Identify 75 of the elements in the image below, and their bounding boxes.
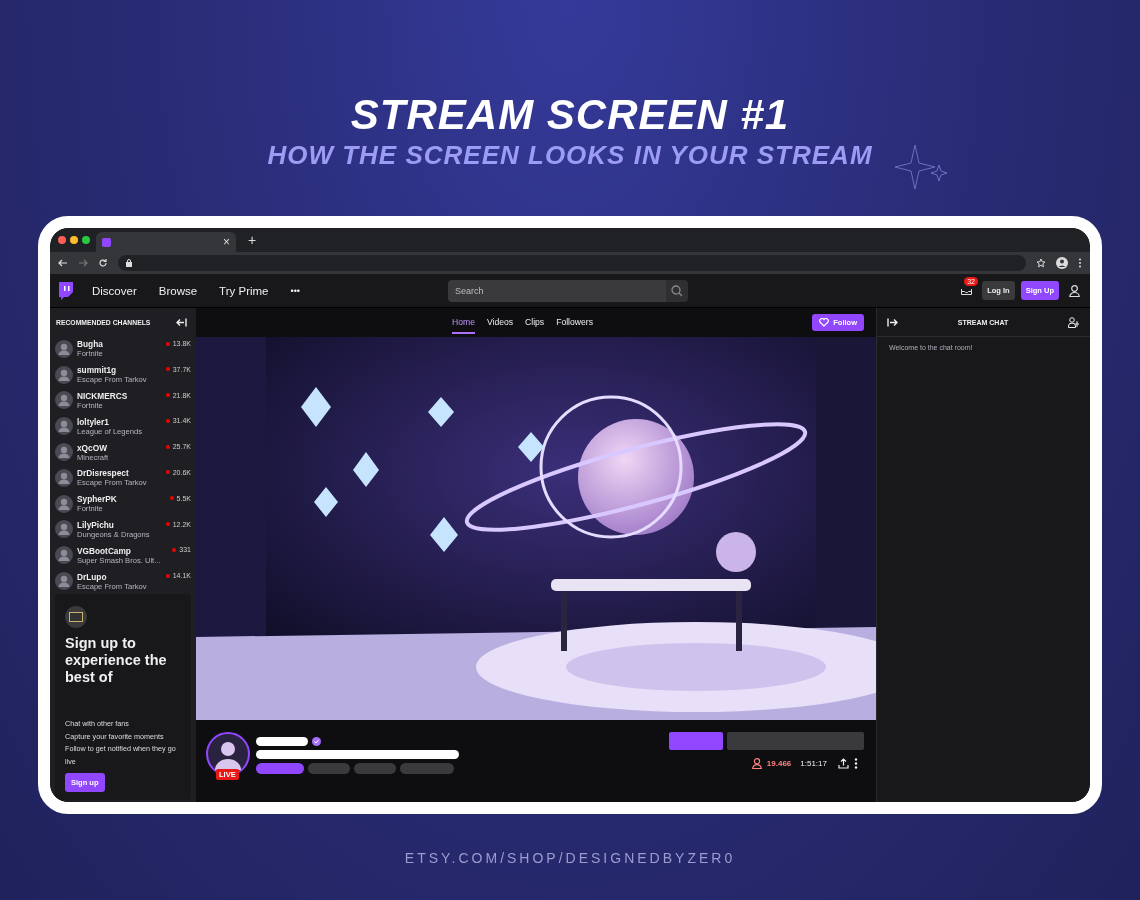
channel-name: summit1g xyxy=(77,365,118,376)
nav-link[interactable]: Discover xyxy=(92,284,137,297)
placeholder-tag xyxy=(256,763,304,774)
channel-name: xQcOW xyxy=(77,442,108,453)
more-button[interactable]: ••• xyxy=(290,285,300,296)
window-controls-icon[interactable] xyxy=(58,236,90,244)
avatar-icon xyxy=(55,572,73,591)
verified-icon xyxy=(312,737,321,746)
address-field[interactable] xyxy=(118,255,1026,271)
channel-name: DrDisrespect xyxy=(77,468,130,479)
live-dot-icon xyxy=(165,573,170,578)
forward-icon[interactable] xyxy=(78,258,88,268)
star-icon[interactable] xyxy=(1036,258,1046,268)
user-icon[interactable] xyxy=(1069,284,1080,297)
more-options-icon[interactable] xyxy=(854,758,858,769)
channel-tab[interactable]: Followers xyxy=(556,311,593,334)
uptime: 1:51:17 xyxy=(800,759,827,768)
channel-tab[interactable]: Home xyxy=(452,311,475,334)
placeholder-tag xyxy=(354,763,396,774)
channel-name: SypherPK xyxy=(77,494,118,505)
search-icon xyxy=(670,284,683,297)
search-button[interactable] xyxy=(665,279,688,302)
profile-icon[interactable] xyxy=(1056,257,1068,269)
collapse-icon[interactable] xyxy=(176,317,187,327)
channel-name: loltyler1 xyxy=(77,416,110,427)
viewer-count: 19.466 xyxy=(766,759,792,768)
avatar-icon xyxy=(55,468,73,487)
new-tab-button[interactable]: + xyxy=(248,232,257,248)
placeholder-bar xyxy=(256,737,308,746)
avatar-icon xyxy=(55,365,73,384)
reload-icon[interactable] xyxy=(98,258,108,268)
channel-name: Bugha xyxy=(77,339,104,350)
viewers-icon xyxy=(751,758,762,769)
channel-tab[interactable]: Videos xyxy=(486,311,514,334)
avatar-icon xyxy=(55,494,73,513)
avatar-icon xyxy=(55,520,73,539)
lock-icon xyxy=(126,259,132,267)
users-icon[interactable] xyxy=(1068,316,1080,328)
channel-tab[interactable]: Clips xyxy=(525,311,545,334)
page-title: STREAM SCREEN #1 xyxy=(350,92,790,138)
live-dot-icon xyxy=(165,367,170,372)
nav-link[interactable]: Try Prime xyxy=(219,284,269,297)
menu-icon[interactable] xyxy=(1078,258,1082,268)
live-dot-icon xyxy=(165,470,170,475)
back-icon[interactable] xyxy=(58,258,68,268)
app-logo-icon xyxy=(65,606,87,628)
live-dot-icon xyxy=(172,547,177,552)
nav-link[interactable]: Browse xyxy=(158,284,198,297)
placeholder-tag xyxy=(400,763,454,774)
avatar-icon xyxy=(55,546,73,565)
placeholder-tag xyxy=(308,763,350,774)
live-dot-icon xyxy=(165,418,170,423)
avatar-icon xyxy=(55,417,73,436)
channel-name: VGBootCamp xyxy=(77,545,132,556)
channel-name: DrLupo xyxy=(77,571,108,582)
search-field[interactable]: Search xyxy=(447,279,666,302)
avatar-icon xyxy=(55,443,73,462)
expand-icon[interactable] xyxy=(887,317,898,327)
channel-name: NICKMERCS xyxy=(77,391,129,401)
live-dot-icon xyxy=(165,522,170,527)
inbox-icon[interactable] xyxy=(961,286,973,295)
avatar-icon xyxy=(55,391,73,410)
channel-name: LilyPichu xyxy=(77,519,115,530)
browser-tab[interactable]: × xyxy=(96,232,236,252)
close-tab-button[interactable]: × xyxy=(223,235,230,249)
live-dot-icon xyxy=(169,496,174,501)
heart-icon xyxy=(819,318,830,327)
live-dot-icon xyxy=(165,341,170,346)
live-dot-icon xyxy=(165,393,170,398)
page-subtitle: HOW THE SCREEN LOOKS IN YOUR STREAM xyxy=(267,140,873,170)
live-dot-icon xyxy=(165,444,170,449)
share-icon[interactable] xyxy=(838,758,849,769)
promo-title: Sign up to experience the best of xyxy=(65,635,168,686)
avatar-icon xyxy=(55,339,73,358)
avatar-icon xyxy=(206,732,250,776)
